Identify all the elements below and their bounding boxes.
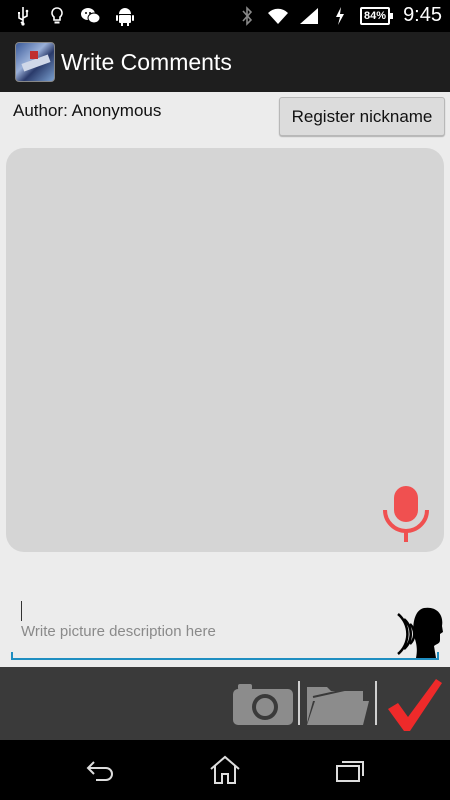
microphone-icon[interactable] — [380, 486, 432, 542]
toolbar-divider — [375, 681, 377, 725]
status-system: 84% 9:45 — [236, 4, 442, 27]
lightbulb-icon — [46, 5, 68, 27]
action-bar: Write Comments — [0, 32, 450, 92]
text-cursor — [21, 601, 22, 621]
register-nickname-button[interactable]: Register nickname — [279, 97, 445, 136]
picture-area[interactable] — [6, 148, 444, 552]
camera-icon[interactable] — [232, 681, 294, 727]
signal-icon — [298, 5, 320, 27]
charging-icon — [329, 5, 351, 27]
battery-icon: 84% — [360, 6, 394, 25]
status-bar: 84% 9:45 — [0, 0, 450, 32]
folder-icon[interactable] — [305, 681, 371, 727]
checkmark-icon[interactable] — [386, 677, 444, 733]
toolbar-divider — [298, 681, 300, 725]
recent-apps-icon[interactable] — [330, 752, 370, 788]
status-notifications — [12, 5, 136, 27]
clock: 9:45 — [403, 4, 442, 26]
bluetooth-icon — [236, 5, 258, 27]
picture-description-input[interactable] — [11, 590, 439, 660]
author-label: Author: Anonymous — [13, 101, 162, 120]
usb-icon — [12, 5, 34, 27]
speak-icon[interactable] — [394, 606, 444, 658]
back-icon[interactable] — [80, 752, 120, 788]
input-left-edge — [11, 652, 13, 660]
home-icon[interactable] — [205, 752, 245, 788]
android-icon — [114, 5, 136, 27]
app-logo-icon[interactable] — [15, 42, 55, 82]
wifi-icon — [267, 5, 289, 27]
bottom-toolbar — [0, 667, 450, 740]
wechat-icon — [80, 5, 102, 27]
page-title: Write Comments — [61, 48, 232, 75]
